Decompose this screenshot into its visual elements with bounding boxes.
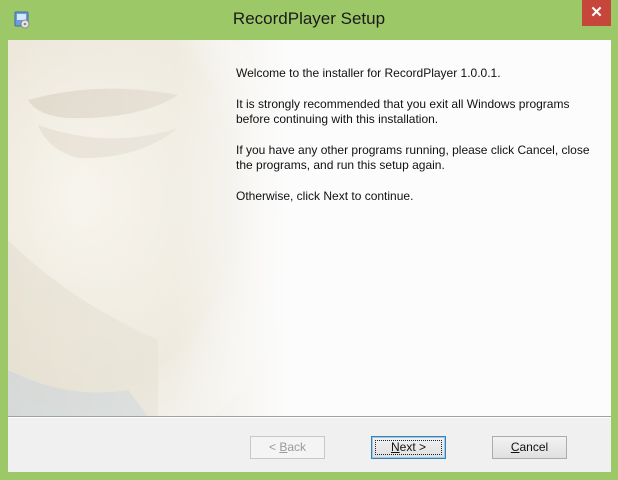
welcome-panel: Welcome to the installer for RecordPlaye… <box>8 40 611 416</box>
close-button[interactable]: ✕ <box>582 0 611 26</box>
cancel-button[interactable]: Cancel <box>492 436 567 459</box>
back-button[interactable]: < Back <box>250 436 325 459</box>
next-button[interactable]: Next > <box>371 436 446 459</box>
cancel-instruction-text: If you have any other programs running, … <box>236 143 590 172</box>
welcome-text: Welcome to the installer for RecordPlaye… <box>236 66 596 220</box>
close-icon: ✕ <box>590 4 603 21</box>
window-title: RecordPlayer Setup <box>232 9 386 28</box>
focus-rectangle <box>375 440 442 455</box>
dialog-client: Welcome to the installer for RecordPlaye… <box>8 40 611 472</box>
setup-window: RecordPlayer Setup ✕ Welcome to the inst… <box>0 0 618 480</box>
recommendation-text: It is strongly recommended that you exit… <box>236 97 570 126</box>
continue-instruction-text: Otherwise, click Next to continue. <box>236 189 414 203</box>
welcome-heading: Welcome to the installer for RecordPlaye… <box>236 66 501 80</box>
title-bar[interactable]: RecordPlayer Setup ✕ <box>0 0 618 40</box>
separator-line <box>8 416 611 418</box>
